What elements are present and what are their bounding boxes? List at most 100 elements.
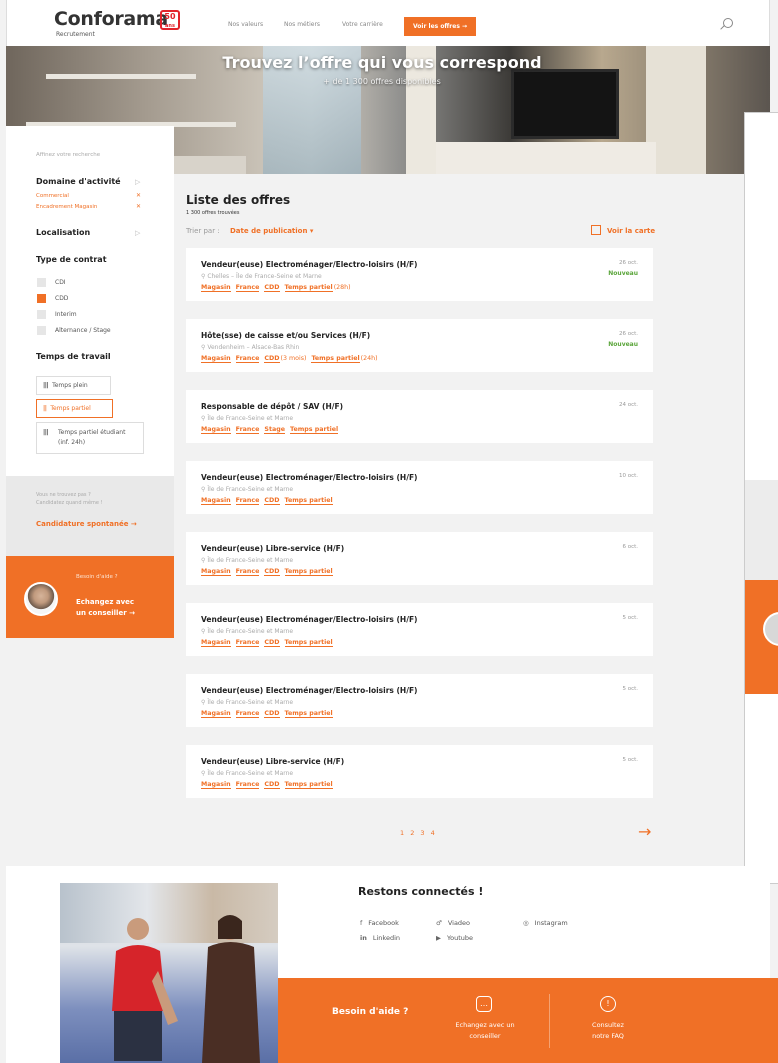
instagram-link[interactable]: ◎ Instagram — [523, 919, 568, 927]
offer-tag[interactable]: France — [235, 568, 260, 576]
checkbox-interim[interactable] — [37, 310, 46, 319]
offer-tags: Magasin France CDD Temps partiel — [201, 710, 338, 718]
offer-tag[interactable]: Temps partiel — [311, 355, 360, 363]
offer-tag[interactable]: Temps partiel — [284, 639, 333, 647]
nav-metiers[interactable]: Nos métiers — [284, 21, 320, 28]
offer-tag[interactable]: France — [235, 639, 260, 647]
worktime-partial-button[interactable]: || Temps partiel — [36, 399, 113, 418]
map-link[interactable]: Voir la carte — [607, 227, 655, 235]
offer-tag[interactable]: France — [235, 426, 260, 434]
bars-icon: ||| — [43, 382, 49, 389]
offer-card[interactable]: Vendeur(euse) Libre-service (H/F) ⚲ Île d… — [186, 745, 653, 798]
offer-tag[interactable]: Temps partiel — [284, 284, 333, 292]
offer-card[interactable]: Vendeur(euse) Electroménager/Electro-loi… — [186, 603, 653, 656]
offer-card[interactable]: Vendeur(euse) Electroménager/Electro-loi… — [186, 674, 653, 727]
chat-link-line2[interactable]: un conseiller → — [76, 609, 135, 617]
map-icon[interactable] — [591, 225, 601, 235]
offer-tag[interactable]: France — [235, 781, 260, 789]
offer-title[interactable]: Vendeur(euse) Electroménager/Electro-loi… — [201, 260, 418, 269]
offer-tag[interactable]: CDD — [264, 710, 280, 718]
nav-valeurs[interactable]: Nos valeurs — [228, 21, 263, 28]
offer-tag[interactable]: Temps partiel — [284, 568, 333, 576]
offer-count: 1 300 offres trouvées — [186, 210, 240, 216]
next-page-arrow-icon[interactable]: → — [638, 822, 651, 841]
footer-divider — [549, 994, 550, 1048]
new-badge: Nouveau — [608, 341, 638, 348]
remove-commercial-icon[interactable]: ✕ — [136, 192, 141, 199]
offer-tag[interactable]: Temps partiel — [290, 426, 339, 434]
domain-filter-title[interactable]: Domaine d'activité — [36, 177, 121, 186]
side-overlay-grey — [745, 480, 778, 580]
checkbox-cdi[interactable] — [37, 278, 46, 287]
worktime-student-button[interactable]: ||| Temps partiel étudiant (inf. 24h) — [36, 422, 144, 454]
offer-title[interactable]: Vendeur(euse) Electroménager/Electro-loi… — [201, 615, 418, 624]
nav-carriere[interactable]: Votre carrière — [342, 21, 383, 28]
offer-card[interactable]: Hôte(sse) de caisse et/ou Services (H/F)… — [186, 319, 653, 372]
offer-tag[interactable]: Magasin — [201, 639, 231, 647]
offer-tag[interactable]: Magasin — [201, 284, 231, 292]
offer-tag[interactable]: Magasin — [201, 781, 231, 789]
offer-title[interactable]: Hôte(sse) de caisse et/ou Services (H/F) — [201, 331, 370, 340]
chat-link-line1[interactable]: Echangez avec — [76, 598, 134, 606]
offer-tags: Magasin France Stage Temps partiel — [201, 426, 343, 434]
offer-tag[interactable]: France — [235, 355, 260, 363]
offer-tag[interactable]: Magasin — [201, 426, 231, 434]
offer-tag[interactable]: CDD — [264, 639, 280, 647]
offer-title[interactable]: Vendeur(euse) Libre-service (H/F) — [201, 544, 344, 553]
offer-location: ⚲ Île de France-Seine et Marne — [201, 415, 293, 422]
brand-logo[interactable]: Conforama — [54, 8, 168, 30]
youtube-link[interactable]: ▶ Youtube — [436, 934, 473, 942]
offer-tag[interactable]: Magasin — [201, 568, 231, 576]
offer-tag[interactable]: Magasin — [201, 355, 231, 363]
instagram-label: Instagram — [534, 919, 568, 927]
offer-card[interactable]: Responsable de dépôt / SAV (H/F) ⚲ Île de… — [186, 390, 653, 443]
offer-title[interactable]: Responsable de dépôt / SAV (H/F) — [201, 402, 343, 411]
offer-card[interactable]: Vendeur(euse) Electroménager/Electro-loi… — [186, 248, 653, 301]
offer-location-text: Île de France-Seine et Marne — [207, 486, 294, 493]
offer-tag[interactable]: Temps partiel — [284, 781, 333, 789]
offer-card[interactable]: Vendeur(euse) Electroménager/Electro-loi… — [186, 461, 653, 514]
offer-tag[interactable]: Stage — [264, 426, 285, 434]
offer-tag[interactable]: CDD — [264, 781, 280, 789]
offer-tag[interactable]: France — [235, 284, 260, 292]
footer-faq-link[interactable]: Consultez notre FAQ — [558, 1020, 658, 1042]
viadeo-link[interactable]: ♂ Viadeo — [436, 919, 470, 927]
offer-tag[interactable]: CDD — [264, 355, 280, 363]
bars-icon: ||| — [43, 429, 49, 436]
offer-title[interactable]: Vendeur(euse) Electroménager/Electro-loi… — [201, 686, 418, 695]
spontaneous-application-link[interactable]: Candidature spontanée → — [36, 520, 137, 528]
contract-interim-label: Interim — [55, 311, 77, 318]
faq-icon[interactable]: ! — [600, 996, 616, 1012]
see-offers-button[interactable]: Voir les offres → — [404, 17, 476, 36]
offer-tag[interactable]: Magasin — [201, 497, 231, 505]
offer-tag[interactable]: CDD — [264, 568, 280, 576]
pagination[interactable]: 1 2 3 4 — [400, 829, 437, 837]
offer-date: 5 oct. — [622, 757, 638, 763]
linkedin-link[interactable]: in Linkedin — [360, 934, 400, 942]
offer-tag[interactable]: Magasin — [201, 710, 231, 718]
chevron-right-icon[interactable]: ▷ — [135, 229, 140, 237]
offer-tag[interactable]: Temps partiel — [284, 497, 333, 505]
location-filter-title[interactable]: Localisation — [36, 228, 90, 237]
linkedin-label: Linkedin — [372, 934, 400, 942]
offer-tag[interactable]: France — [235, 710, 260, 718]
checkbox-cdd[interactable] — [37, 294, 46, 303]
offer-tag[interactable]: CDD — [264, 284, 280, 292]
checkbox-alternance[interactable] — [37, 326, 46, 335]
offer-title[interactable]: Vendeur(euse) Electroménager/Electro-loi… — [201, 473, 418, 482]
offer-tag[interactable]: CDD — [264, 497, 280, 505]
footer-chat-link[interactable]: Echangez avec un conseiller — [430, 1020, 540, 1042]
facebook-link[interactable]: f Facebook — [360, 919, 399, 927]
offer-title[interactable]: Vendeur(euse) Libre-service (H/F) — [201, 757, 344, 766]
offer-location-text: Vendenheim – Alsace-Bas Rhin — [207, 344, 300, 351]
offer-tag[interactable]: France — [235, 497, 260, 505]
sort-dropdown[interactable]: Date de publication ▾ — [230, 227, 313, 235]
worktime-full-button[interactable]: ||| Temps plein — [36, 376, 111, 395]
offer-card[interactable]: Vendeur(euse) Libre-service (H/F) ⚲ Île d… — [186, 532, 653, 585]
chevron-right-icon[interactable]: ▷ — [135, 178, 140, 186]
offer-tag[interactable]: Temps partiel — [284, 710, 333, 718]
remove-encadrement-icon[interactable]: ✕ — [136, 203, 141, 210]
search-icon[interactable] — [723, 18, 733, 28]
offer-location: ⚲ Île de France-Seine et Marne — [201, 628, 293, 635]
chat-bubble-icon[interactable]: … — [476, 996, 492, 1012]
